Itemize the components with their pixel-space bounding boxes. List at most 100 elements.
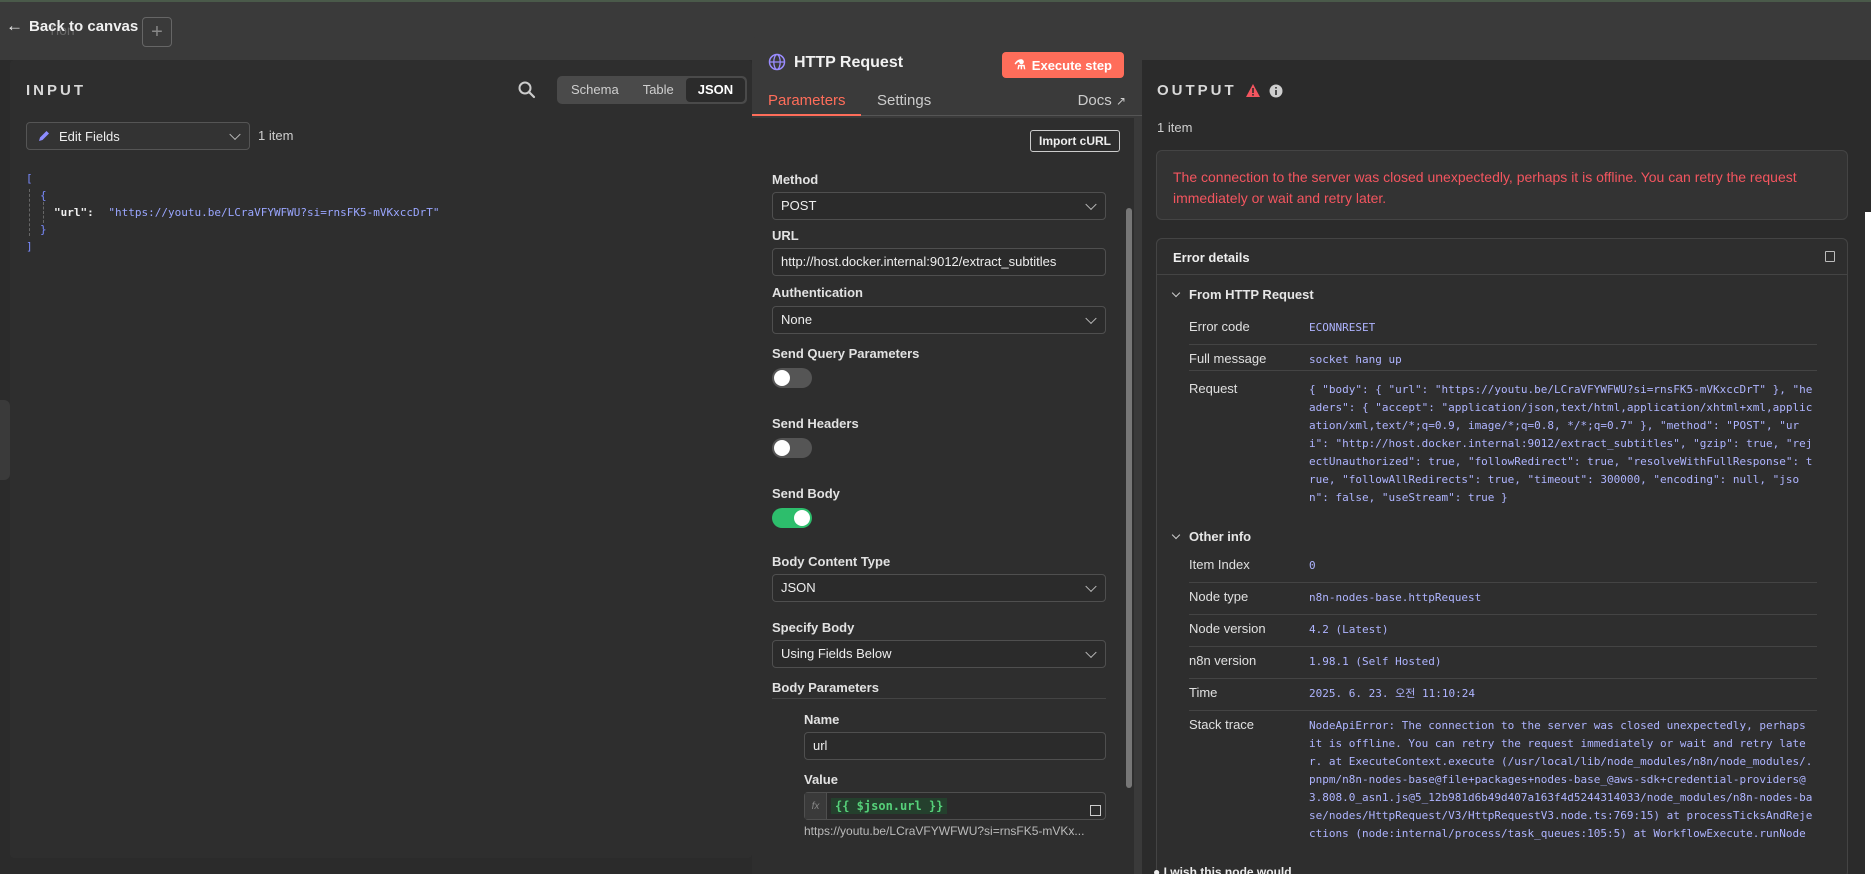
fx-icon: fx bbox=[805, 793, 827, 819]
error-message-box: The connection to the server was closed … bbox=[1156, 150, 1848, 220]
back-to-canvas-button[interactable]: ← Back to canvas bbox=[6, 16, 138, 36]
specify-body-select[interactable]: Using Fields Below bbox=[772, 640, 1106, 668]
output-item-count: 1 item bbox=[1157, 120, 1193, 135]
detail-key: Error code bbox=[1189, 319, 1250, 334]
node-title[interactable]: HTTP Request bbox=[794, 54, 903, 72]
import-curl-button[interactable]: Import cURL bbox=[1030, 130, 1120, 152]
copy-icon[interactable] bbox=[1825, 251, 1835, 262]
detail-row: Item Index 0 bbox=[1189, 557, 1817, 583]
url-input[interactable]: http://host.docker.internal:9012/extract… bbox=[772, 248, 1106, 276]
node-tabs: Parameters Settings Docs ↗ bbox=[752, 86, 1142, 116]
body-content-type-select[interactable]: JSON bbox=[772, 574, 1106, 602]
input-source-value: Edit Fields bbox=[59, 128, 120, 144]
external-link-icon: ↗ bbox=[1115, 94, 1126, 108]
detail-key: Item Index bbox=[1189, 557, 1250, 572]
json-value[interactable]: "https://youtu.be/LCraVFYWFWU?si=rnsFK5-… bbox=[108, 206, 439, 219]
view-schema-button[interactable]: Schema bbox=[559, 78, 631, 102]
method-value: POST bbox=[781, 198, 817, 213]
view-table-button[interactable]: Table bbox=[631, 78, 686, 102]
authentication-select[interactable]: None bbox=[772, 306, 1106, 334]
execute-step-button[interactable]: ⚗ Execute step bbox=[1002, 52, 1124, 78]
detail-key: Node type bbox=[1189, 589, 1249, 604]
error-details-box: Error details From HTTP Request Error co… bbox=[1156, 238, 1848, 874]
tab-parameters[interactable]: Parameters bbox=[768, 92, 846, 109]
detail-key: Stack trace bbox=[1189, 717, 1255, 732]
toggle-knob bbox=[774, 370, 790, 386]
input-panel: INPUT Schema Table JSON Edit Fields 1 it… bbox=[10, 60, 752, 858]
feedback-hint[interactable]: ● I wish this node would... bbox=[1153, 865, 1302, 874]
output-scrollbar[interactable] bbox=[1865, 212, 1871, 874]
body-param-value-input[interactable]: fx {{ $json.url }} bbox=[804, 792, 1106, 820]
chevron-down-icon bbox=[1085, 580, 1097, 593]
detail-value: 0 bbox=[1309, 559, 1316, 572]
info-icon[interactable] bbox=[1269, 84, 1283, 98]
pin-icon: ● bbox=[1153, 865, 1161, 874]
error-details-header: Error details bbox=[1157, 239, 1847, 275]
execute-step-label: Execute step bbox=[1031, 57, 1112, 73]
method-select[interactable]: POST bbox=[772, 192, 1106, 220]
error-message: The connection to the server was closed … bbox=[1173, 169, 1797, 206]
output-header: OUTPUT bbox=[1157, 82, 1283, 99]
detail-key: Request bbox=[1189, 381, 1238, 396]
detail-row: Error code ECONNRESET bbox=[1189, 319, 1817, 345]
detail-value: 4.2 (Latest) bbox=[1309, 623, 1389, 636]
send-headers-toggle[interactable] bbox=[772, 438, 812, 458]
docs-label: Docs bbox=[1077, 92, 1112, 109]
authentication-label: Authentication bbox=[772, 285, 863, 300]
error-details-title: Error details bbox=[1173, 250, 1250, 265]
detail-value: { "body": { "url": "https://youtu.be/LCr… bbox=[1309, 383, 1813, 504]
json-key[interactable]: "url": bbox=[54, 206, 94, 219]
expand-icon[interactable] bbox=[1090, 805, 1101, 816]
body-param-name-input[interactable]: url bbox=[804, 732, 1106, 760]
expression-value[interactable]: {{ $json.url }} bbox=[831, 798, 948, 814]
expression-preview: https://youtu.be/LCraVFYWFWU?si=rnsFK5-m… bbox=[804, 824, 1085, 838]
send-body-label: Send Body bbox=[772, 486, 840, 501]
tab-settings[interactable]: Settings bbox=[877, 92, 931, 109]
divider bbox=[772, 698, 1106, 699]
json-array-body: { "url": "https://youtu.be/LCraVFYWFWU?s… bbox=[29, 189, 440, 236]
output-panel: OUTPUT 1 item The connection to the serv… bbox=[1142, 60, 1871, 874]
chevron-down-icon bbox=[1171, 530, 1181, 540]
body-content-type-value: JSON bbox=[781, 580, 816, 595]
send-headers-label: Send Headers bbox=[772, 416, 859, 431]
output-title: OUTPUT bbox=[1157, 82, 1237, 99]
json-open-array: [ bbox=[26, 172, 33, 185]
url-label: URL bbox=[772, 228, 799, 243]
chevron-down-icon bbox=[229, 128, 241, 141]
search-icon[interactable] bbox=[517, 80, 537, 100]
panel-scrollbar[interactable] bbox=[1126, 208, 1132, 788]
warning-icon bbox=[1245, 84, 1260, 97]
send-body-toggle[interactable] bbox=[772, 508, 812, 528]
json-object-body: "url": "https://youtu.be/LCraVFYWFWU?si=… bbox=[43, 202, 440, 223]
active-tab-indicator bbox=[752, 114, 861, 116]
detail-value: NodeApiError: The connection to the serv… bbox=[1309, 719, 1813, 840]
view-switcher: Schema Table JSON bbox=[557, 76, 748, 104]
section-from-http-request[interactable]: From HTTP Request bbox=[1171, 287, 1314, 302]
add-button[interactable]: + bbox=[142, 17, 172, 47]
docs-link[interactable]: Docs ↗ bbox=[1078, 92, 1126, 109]
feedback-hint-label: I wish this node would... bbox=[1163, 865, 1302, 874]
section-other-info[interactable]: Other info bbox=[1171, 529, 1251, 544]
detail-value: 1.98.1 (Self Hosted) bbox=[1309, 655, 1442, 668]
send-query-toggle[interactable] bbox=[772, 368, 812, 388]
detail-row: Request { "body": { "url": "https://yout… bbox=[1189, 381, 1817, 507]
detail-key: n8n version bbox=[1189, 653, 1257, 668]
node-settings-panel: HTTP Request ⚗ Execute step Parameters S… bbox=[752, 36, 1142, 874]
input-title: INPUT bbox=[26, 82, 86, 99]
method-label: Method bbox=[772, 172, 819, 187]
input-source-select[interactable]: Edit Fields bbox=[26, 122, 250, 150]
detail-row: Node type n8n-nodes-base.httpRequest bbox=[1189, 589, 1817, 615]
flask-icon: ⚗ bbox=[1014, 57, 1026, 72]
chevron-down-icon bbox=[1085, 646, 1097, 659]
json-view: [ { "url": "https://youtu.be/LCraVFYWFWU… bbox=[26, 172, 440, 253]
view-json-button[interactable]: JSON bbox=[685, 78, 746, 102]
detail-row: Full message socket hang up bbox=[1189, 351, 1817, 371]
detail-value: 2025. 6. 23. 오전 11:10:24 bbox=[1309, 687, 1475, 700]
json-close-array: ] bbox=[26, 240, 33, 253]
detail-row: Node version 4.2 (Latest) bbox=[1189, 621, 1817, 647]
json-open-object: { bbox=[40, 189, 47, 202]
chevron-down-icon bbox=[1085, 312, 1097, 325]
pencil-icon bbox=[39, 131, 49, 141]
parameters-form: Import cURL Method POST URL http://host.… bbox=[752, 118, 1134, 874]
detail-row: n8n version 1.98.1 (Self Hosted) bbox=[1189, 653, 1817, 679]
